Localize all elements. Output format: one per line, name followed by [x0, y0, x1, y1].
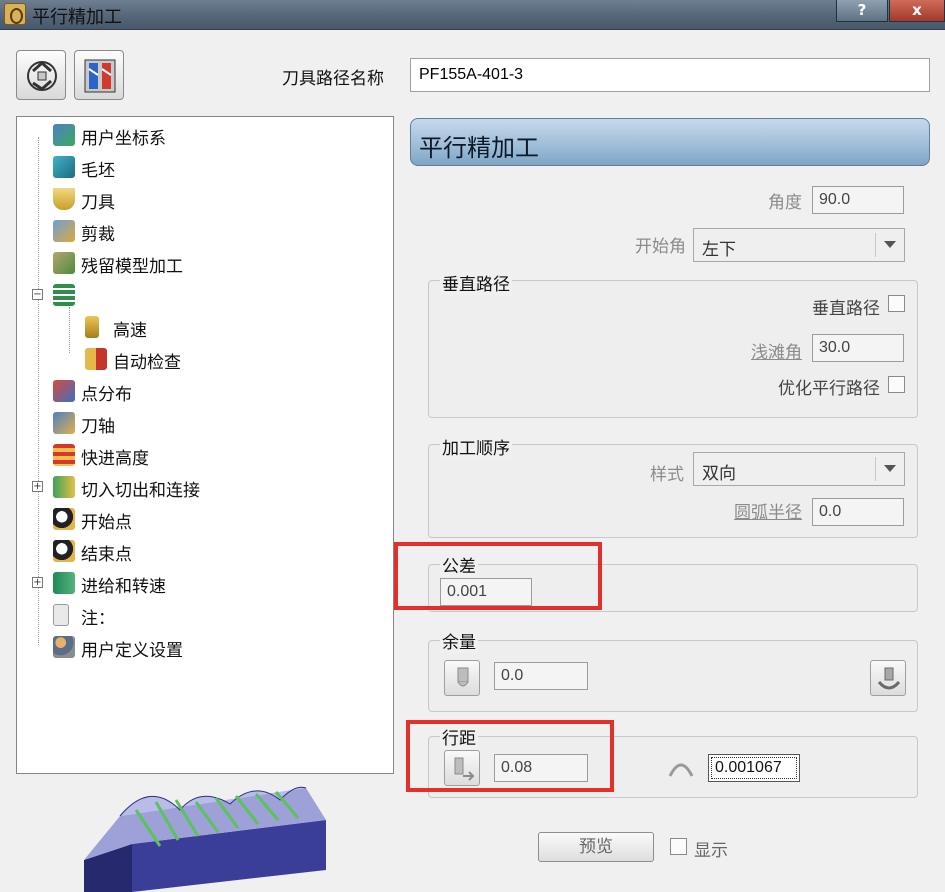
tree-item-label: 毛坯: [81, 161, 115, 181]
order-group-title: 加工顺序: [440, 434, 512, 459]
template-button[interactable]: [74, 50, 124, 100]
stepover-highlight: [406, 720, 614, 792]
shallow-angle-label: 浅滩角: [751, 343, 802, 363]
angle-label: 角度: [768, 193, 802, 213]
window-title: 平行精加工: [32, 7, 122, 28]
tree-item-label: 高速: [113, 321, 147, 341]
expand-toggle-feeds[interactable]: +: [32, 577, 43, 588]
rest-model-icon: [53, 252, 75, 274]
start-corner-label: 开始角: [635, 237, 686, 257]
tool-axis-icon: [53, 412, 75, 434]
tree-item-label: 刀轴: [81, 417, 115, 437]
strategy-header-title: 平行精加工: [419, 134, 539, 162]
vertical-path-checkbox[interactable]: [888, 295, 905, 312]
style-label: 样式: [650, 465, 684, 485]
tree-item-label: 用户定义设置: [81, 641, 183, 661]
arc-radius-field[interactable]: 0.0: [812, 498, 904, 526]
display-label: 显示: [694, 841, 728, 861]
preview-button[interactable]: 预览: [538, 832, 654, 862]
tree-line-sub: [69, 307, 70, 353]
help-button[interactable]: ?: [836, 0, 888, 22]
feeds-speeds-icon: [53, 572, 75, 594]
block-icon: [53, 156, 75, 178]
end-point-icon: [53, 540, 75, 562]
collapse-toggle[interactable]: −: [32, 289, 43, 300]
optimize-parallel-label: 优化平行路径: [778, 379, 880, 399]
toolpath-name-input[interactable]: [410, 58, 930, 92]
cusp-height-icon: [668, 763, 694, 777]
chevron-down-icon: [884, 241, 896, 248]
start-point-icon: [53, 508, 75, 530]
cusp-height-field[interactable]: 0.001067: [708, 754, 800, 782]
arc-radius-label: 圆弧半径: [734, 503, 802, 523]
tree-item-label: 进给和转速: [81, 577, 166, 597]
tree-item-label: 剪裁: [81, 225, 115, 245]
display-checkbox[interactable]: [670, 838, 687, 855]
strategy-tree: 用户坐标系 毛坯 刀具 剪裁 残留模型加工 − 高速 自动检查 点分布 刀轴 快…: [16, 116, 394, 774]
thickness-field[interactable]: 0.0: [494, 662, 588, 690]
start-corner-value: 左下: [702, 240, 736, 260]
coordinate-system-icon: [53, 124, 75, 146]
tree-item-label: 自动检查: [113, 353, 181, 373]
tree-item-label: 快进高度: [81, 449, 149, 469]
app-icon: [4, 3, 26, 25]
component-thickness-icon: [877, 667, 901, 690]
angle-field[interactable]: 90.0: [812, 186, 904, 214]
trim-icon: [53, 220, 75, 242]
template-icon: [84, 59, 116, 93]
recycle-button[interactable]: [16, 50, 66, 100]
combo-separator: [875, 457, 876, 481]
tool-icon: [53, 188, 75, 210]
tree-item-label: 开始点: [81, 513, 132, 533]
tree-item-label: 用户坐标系: [81, 129, 166, 149]
tree-item-label: 刀具: [81, 193, 115, 213]
user-settings-icon: [53, 636, 75, 658]
tree-item-label: 注：: [81, 609, 115, 629]
point-distribution-icon: [53, 380, 75, 402]
expand-toggle-leads[interactable]: +: [32, 481, 43, 492]
thickness-title: 余量: [440, 628, 478, 653]
style-select[interactable]: 双向: [693, 452, 905, 486]
close-button[interactable]: x: [889, 0, 945, 22]
leads-links-icon: [53, 476, 75, 498]
auto-check-icon: [85, 348, 107, 370]
strategy-preview-image: [84, 786, 326, 892]
title-bar: 平行精加工 ? x: [0, 0, 945, 30]
tree-item-label: 残留模型加工: [81, 257, 183, 277]
start-corner-select[interactable]: 左下: [693, 228, 905, 262]
vertical-path-group-title: 垂直路径: [440, 270, 512, 295]
tolerance-highlight: [394, 542, 602, 610]
tree-item-label: 点分布: [81, 385, 132, 405]
vertical-path-label: 垂直路径: [812, 299, 880, 319]
chevron-down-icon: [884, 465, 896, 472]
notes-icon: [53, 604, 69, 626]
tree-line: [38, 137, 39, 645]
shallow-angle-field[interactable]: 30.0: [812, 334, 904, 362]
strategy-icon: [53, 284, 75, 306]
tree-item-label: 结束点: [81, 545, 132, 565]
rapid-height-icon: [53, 444, 75, 466]
toolpath-name-label: 刀具路径名称: [282, 69, 384, 89]
style-value: 双向: [702, 464, 736, 484]
thickness-tool-button[interactable]: [444, 660, 480, 696]
component-thickness-button[interactable]: [870, 660, 906, 696]
high-speed-icon: [85, 316, 99, 338]
combo-separator: [875, 233, 876, 257]
recycle-icon: [27, 60, 57, 91]
tree-item-label: 切入切出和连接: [81, 481, 200, 501]
optimize-parallel-checkbox[interactable]: [888, 376, 905, 393]
tool-thickness-icon: [457, 667, 469, 687]
strategy-header: 平行精加工: [410, 118, 930, 166]
